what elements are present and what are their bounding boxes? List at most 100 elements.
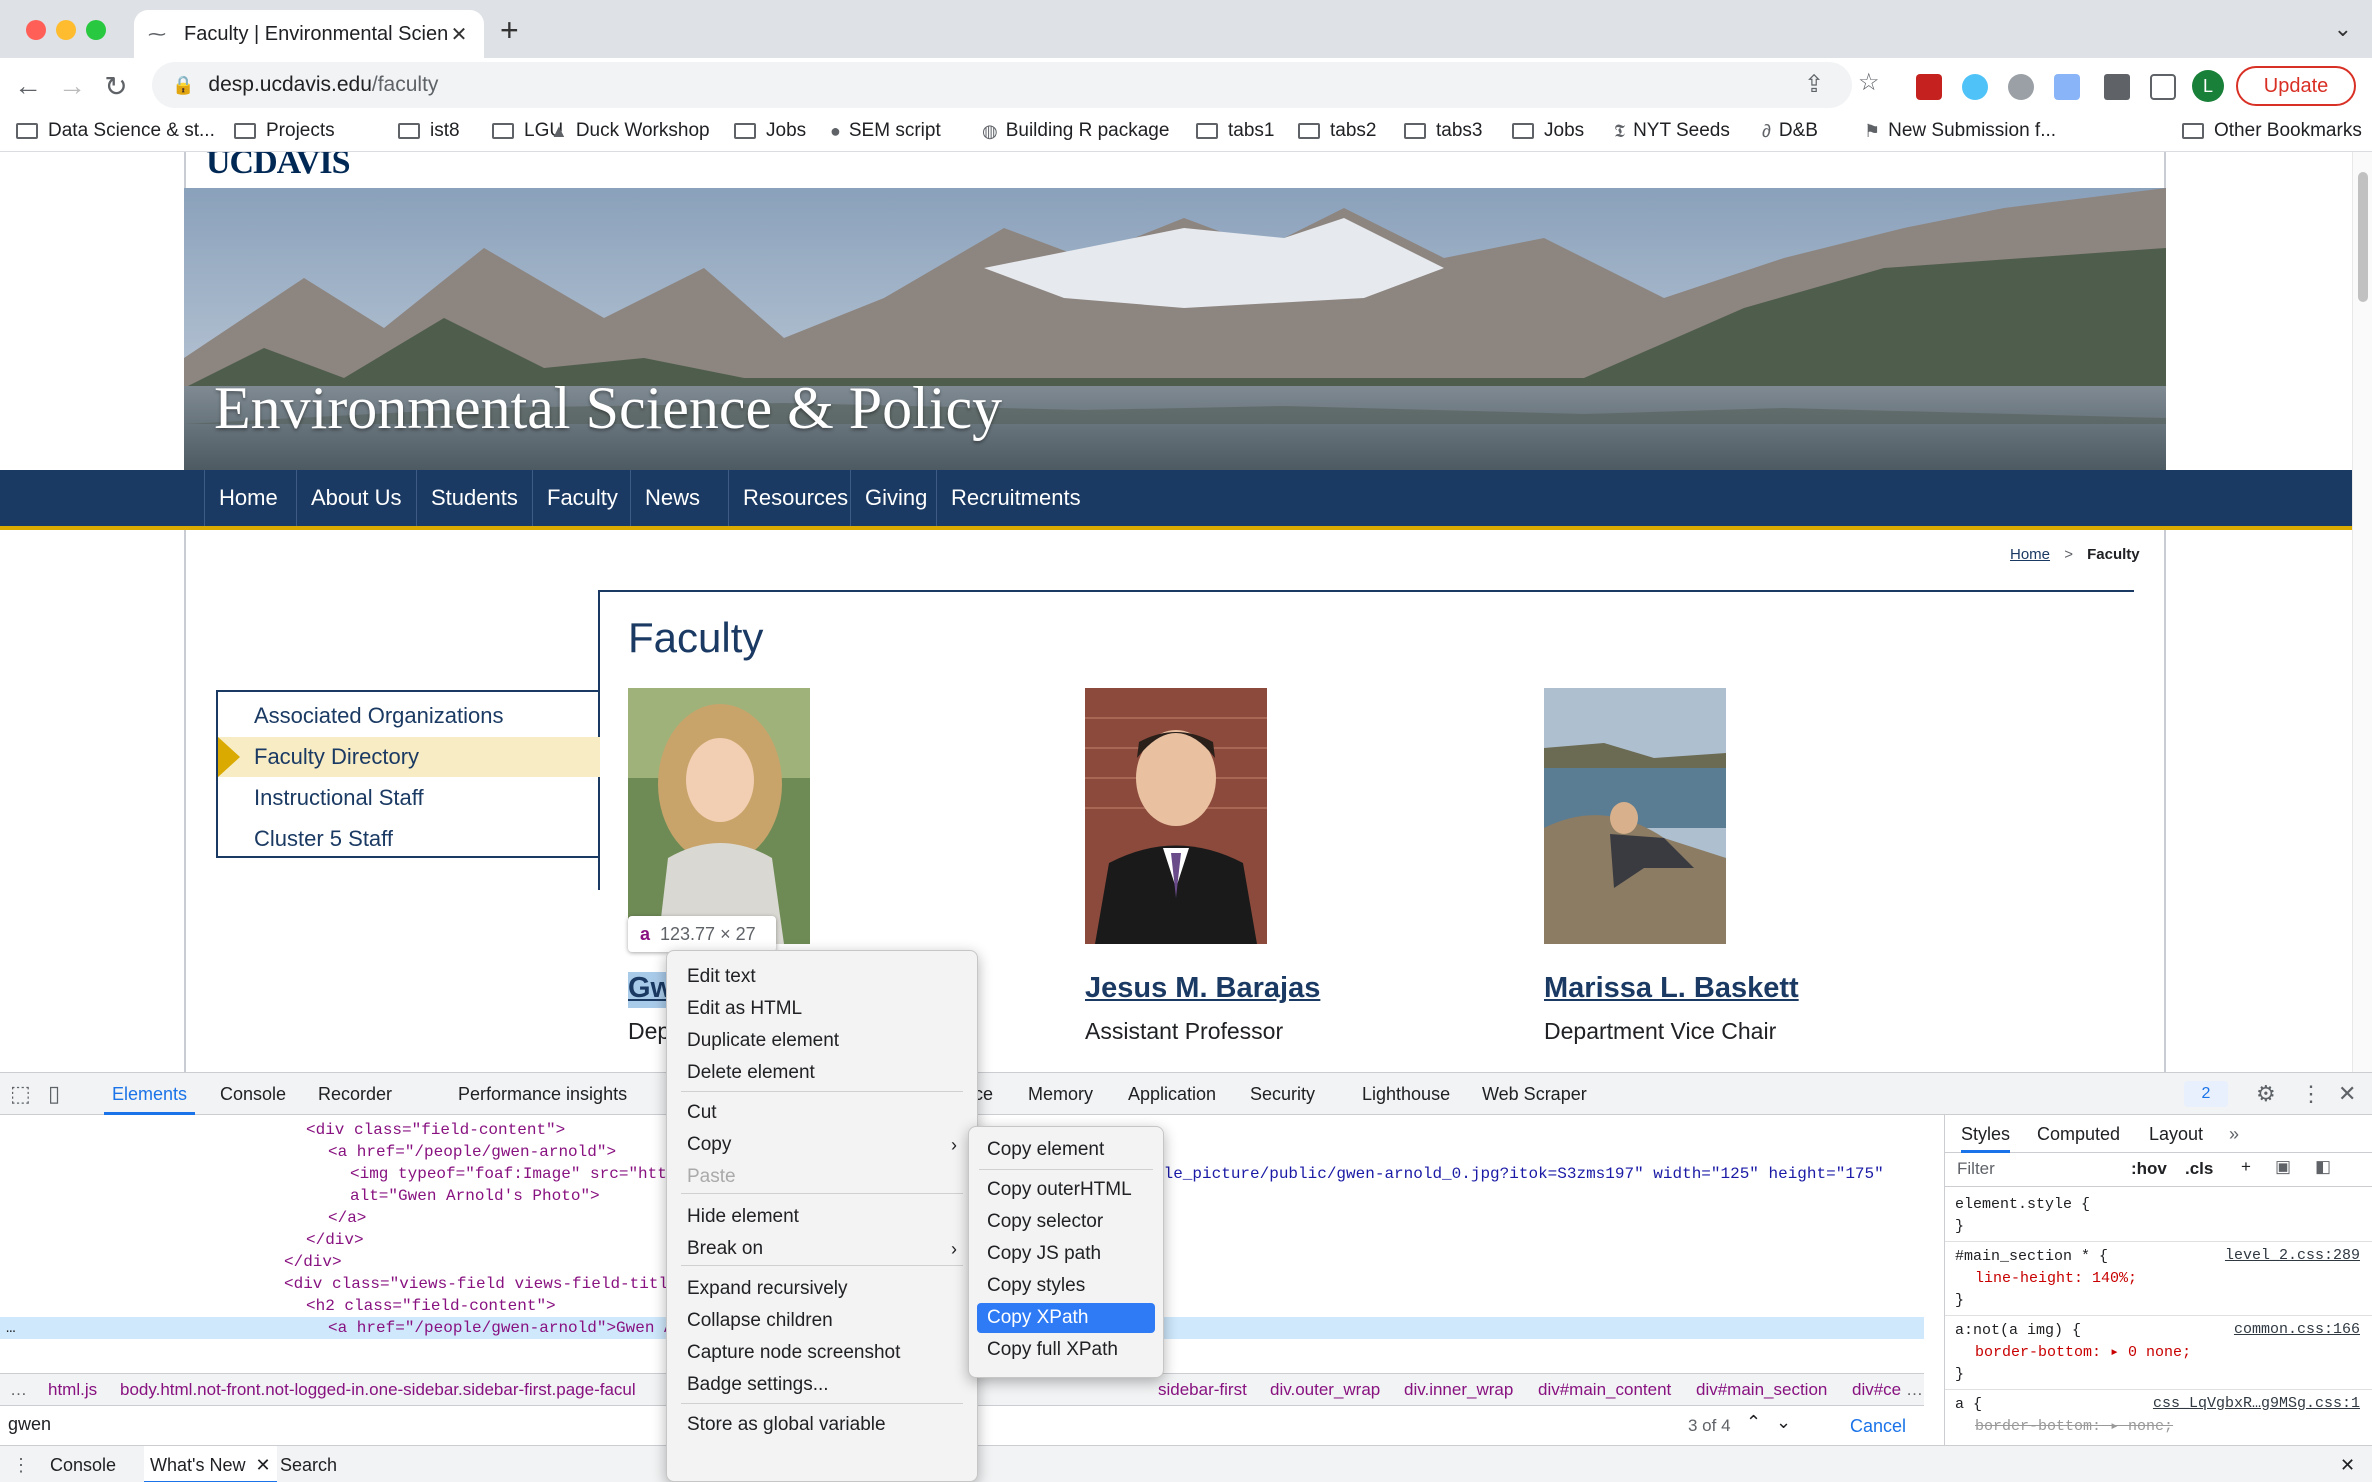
address-bar[interactable]: 🔒 desp.ucdavis.edu/faculty ⇪ <box>152 62 1852 108</box>
style-rule-source[interactable]: level_2.css:289 <box>2225 1247 2360 1264</box>
tab-layout[interactable]: Layout <box>2149 1115 2203 1153</box>
search-next-icon[interactable]: ⌄ <box>1776 1412 1791 1433</box>
drawer-tab-search[interactable]: Search <box>280 1446 337 1482</box>
style-rule-source[interactable]: common.css:166 <box>2234 1321 2360 1338</box>
dom-breadcrumb-item[interactable]: body.html.not-front.not-logged-in.one-si… <box>120 1380 636 1400</box>
ucdavis-logo[interactable]: UCDAVIS <box>206 152 350 174</box>
devtools-tab-security[interactable]: Security <box>1250 1073 1315 1115</box>
dom-breadcrumb-item[interactable]: div#main_section <box>1696 1380 1827 1400</box>
bookmark-star-icon[interactable]: ☆ <box>1858 68 1880 97</box>
bookmark-item[interactable]: ∂ D&B <box>1762 120 1818 142</box>
menu-item-hide-element[interactable]: Hide element <box>667 1201 977 1233</box>
update-button[interactable]: Update <box>2236 66 2356 106</box>
submenu-item-copy-full-xpath[interactable]: Copy full XPath <box>977 1335 1155 1365</box>
devtools-tab-console[interactable]: Console <box>220 1073 286 1115</box>
dom-breadcrumb-item[interactable]: sidebar-first <box>1158 1380 1247 1400</box>
drawer-tab-whats-new[interactable]: What's New ✕ <box>144 1446 277 1482</box>
bookmark-item[interactable]: Jobs <box>734 120 806 142</box>
hov-toggle[interactable]: :hov <box>2131 1159 2167 1179</box>
breadcrumb-home-link[interactable]: Home <box>2010 546 2050 563</box>
bookmark-item[interactable]: tabs2 <box>1298 120 1376 142</box>
extension-satellite-icon[interactable] <box>2008 74 2034 100</box>
new-rule-icon[interactable]: + <box>2241 1157 2251 1177</box>
bookmark-item[interactable]: Jobs <box>1512 120 1584 142</box>
device-toolbar-icon[interactable]: ▯ <box>48 1081 60 1107</box>
dom-breadcrumb-item[interactable]: html.js <box>48 1380 97 1400</box>
menu-item-store-as-global-variable[interactable]: Store as global variable <box>667 1409 977 1441</box>
sidebar-item-faculty-directory[interactable]: Faculty Directory <box>218 737 600 777</box>
nav-item-about-us[interactable]: About Us <box>296 470 416 526</box>
nav-item-resources[interactable]: Resources <box>728 470 862 526</box>
bookmark-item[interactable]: ● SEM script <box>830 120 941 142</box>
bookmark-item[interactable]: Data Science & st... <box>16 120 215 142</box>
drawer-menu-icon[interactable]: ⋮ <box>12 1446 30 1482</box>
dom-line[interactable]: <img typeof="foaf:Image" src="https <box>350 1163 686 1185</box>
menu-item-capture-node-screenshot[interactable]: Capture node screenshot <box>667 1337 977 1369</box>
bookmark-item[interactable]: ist8 <box>398 120 460 142</box>
browser-tab[interactable]: ⁓ Faculty | Environmental Science ✕ <box>134 10 484 58</box>
menu-item-copy[interactable]: Copy › <box>667 1129 977 1161</box>
toggle-sidebar-icon[interactable]: ◧ <box>2315 1157 2331 1177</box>
bookmark-item[interactable]: ▲ Duck Workshop <box>550 120 710 142</box>
dom-breadcrumb-item[interactable]: div.inner_wrap <box>1404 1380 1513 1400</box>
menu-item-badge-settings[interactable]: Badge settings... <box>667 1369 977 1401</box>
devtools-tab-application[interactable]: Application <box>1128 1073 1216 1115</box>
side-panel-icon[interactable] <box>2150 74 2176 100</box>
bookmark-item[interactable]: Projects <box>234 120 335 142</box>
computed-styles-icon[interactable]: ▣ <box>2275 1157 2291 1177</box>
extension-docs-icon[interactable] <box>2054 74 2080 100</box>
menu-item-edit-as-html[interactable]: Edit as HTML <box>667 993 977 1025</box>
menu-item-duplicate-element[interactable]: Duplicate element <box>667 1025 977 1057</box>
devtools-tab-memory[interactable]: Memory <box>1028 1073 1093 1115</box>
menu-item-collapse-children[interactable]: Collapse children <box>667 1305 977 1337</box>
nav-item-home[interactable]: Home <box>204 470 292 526</box>
style-rule-selector[interactable]: #main_section * { <box>1955 1247 2108 1267</box>
dom-line[interactable]: <div class="field-content"> <box>306 1119 565 1141</box>
tab-computed[interactable]: Computed <box>2037 1115 2120 1153</box>
back-icon[interactable]: ← <box>12 70 44 102</box>
styles-filter-input[interactable]: Filter <box>1957 1159 1995 1179</box>
faculty-photo-gwen[interactable] <box>628 688 810 944</box>
sidebar-item-instructional-staff[interactable]: Instructional Staff <box>218 778 600 818</box>
bookmark-item[interactable]: ◍ Building R package <box>982 120 1169 142</box>
close-tab-icon[interactable]: ✕ <box>448 22 470 47</box>
minimize-window-button[interactable] <box>56 20 76 40</box>
bookmark-item[interactable]: tabs1 <box>1196 120 1274 142</box>
new-tab-button[interactable]: + <box>500 14 519 46</box>
submenu-item-copy-element[interactable]: Copy element <box>977 1135 1155 1165</box>
cls-toggle[interactable]: .cls <box>2185 1159 2213 1179</box>
drawer-tab-console[interactable]: Console <box>50 1446 116 1482</box>
page-scrollbar-thumb[interactable] <box>2358 172 2368 302</box>
breadcrumbs-more-right-icon[interactable]: … <box>1906 1380 1923 1400</box>
close-whats-new-icon[interactable]: ✕ <box>255 1455 270 1475</box>
close-drawer-icon[interactable]: ✕ <box>2340 1446 2355 1482</box>
sidebar-item-cluster-5-staff[interactable]: Cluster 5 Staff <box>218 819 600 859</box>
dom-breadcrumb-item[interactable]: div.outer_wrap <box>1270 1380 1380 1400</box>
menu-item-expand-recursively[interactable]: Expand recursively <box>667 1273 977 1305</box>
settings-gear-icon[interactable]: ⚙ <box>2256 1081 2276 1107</box>
style-rule-declaration[interactable]: border-bottom: ▸ none; <box>1975 1417 2173 1437</box>
devtools-tab-recorder[interactable]: Recorder <box>318 1073 392 1115</box>
devtools-tab-lighthouse[interactable]: Lighthouse <box>1362 1073 1450 1115</box>
dom-line[interactable]: <a href="/people/gwen-arnold"> <box>328 1141 616 1163</box>
nav-item-giving[interactable]: Giving <box>850 470 941 526</box>
submenu-item-copy-styles[interactable]: Copy styles <box>977 1271 1155 1301</box>
profile-avatar[interactable]: L <box>2192 70 2224 102</box>
dom-line[interactable]: <h2 class="field-content"> <box>306 1295 556 1317</box>
dom-breadcrumb-item[interactable]: div#main_content <box>1538 1380 1671 1400</box>
nav-item-faculty[interactable]: Faculty <box>532 470 632 526</box>
extension-react-icon[interactable] <box>1962 74 1988 100</box>
close-window-button[interactable] <box>26 20 46 40</box>
submenu-item-copy-outerhtml[interactable]: Copy outerHTML <box>977 1175 1155 1205</box>
sidebar-item-associated-organizations[interactable]: Associated Organizations <box>218 696 600 736</box>
share-icon[interactable]: ⇪ <box>1804 70 1824 99</box>
devtools-tab-web-scraper[interactable]: Web Scraper <box>1482 1073 1587 1115</box>
nav-item-recruitments[interactable]: Recruitments <box>936 470 1095 526</box>
dom-line[interactable]: alt="Gwen Arnold's Photo"> <box>350 1185 600 1207</box>
dom-breadcrumb-item[interactable]: div#ce <box>1852 1380 1901 1400</box>
faculty-name-barajas[interactable]: Jesus M. Barajas <box>1085 972 1320 1005</box>
search-cancel-button[interactable]: Cancel <box>1850 1416 1906 1437</box>
bookmark-item[interactable]: tabs3 <box>1404 120 1482 142</box>
faculty-name-baskett[interactable]: Marissa L. Baskett <box>1544 972 1799 1005</box>
maximize-window-button[interactable] <box>86 20 106 40</box>
